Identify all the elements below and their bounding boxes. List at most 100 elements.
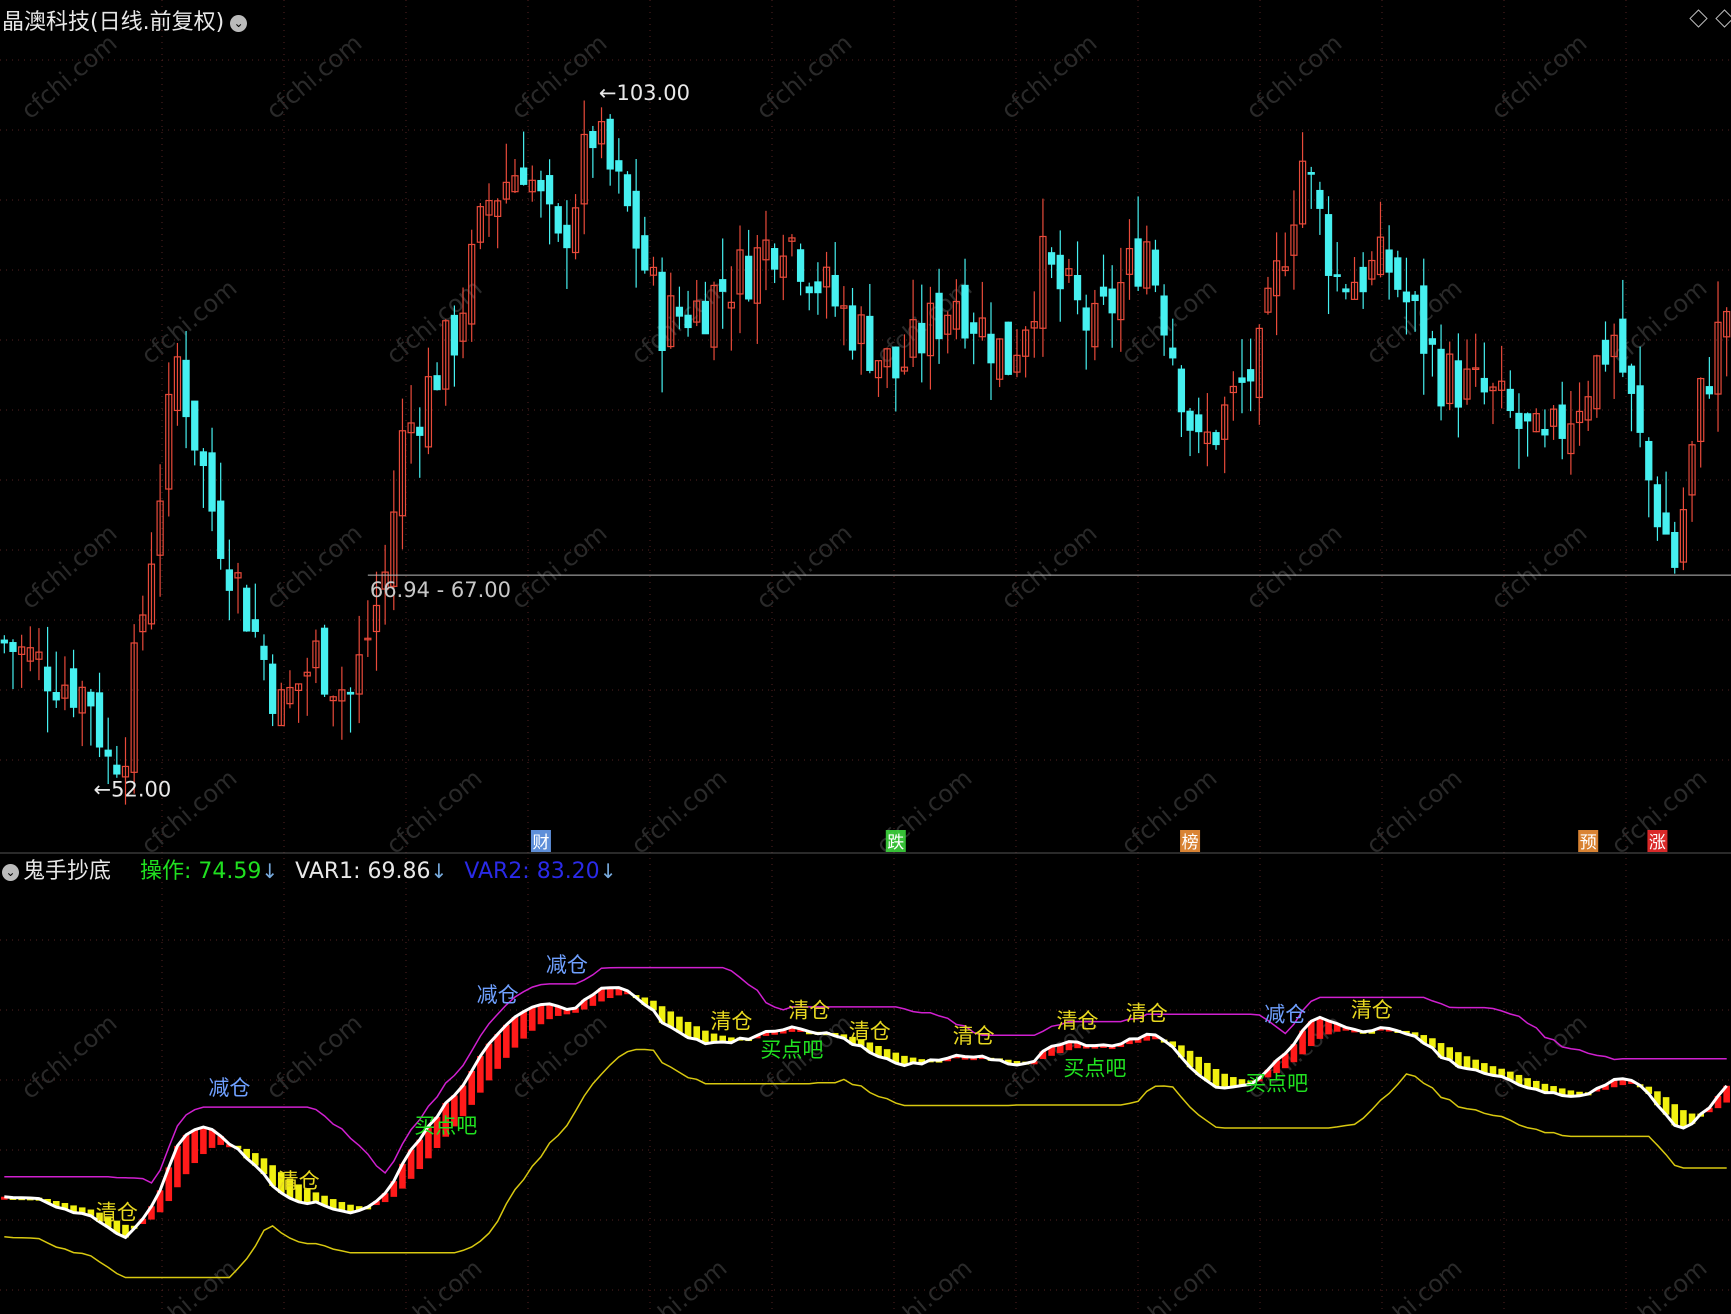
candle[interactable] bbox=[1515, 393, 1523, 469]
candle[interactable] bbox=[623, 171, 632, 212]
candle[interactable] bbox=[225, 539, 233, 621]
candle[interactable] bbox=[961, 258, 969, 349]
candle[interactable] bbox=[1117, 247, 1125, 352]
candle[interactable] bbox=[788, 234, 796, 257]
candle[interactable] bbox=[1359, 252, 1367, 309]
candle[interactable] bbox=[935, 268, 943, 364]
candle[interactable] bbox=[147, 532, 156, 630]
candle[interactable] bbox=[571, 194, 580, 260]
candle[interactable] bbox=[113, 745, 121, 778]
candle[interactable] bbox=[0, 635, 8, 654]
candle[interactable] bbox=[1463, 339, 1471, 405]
candle[interactable] bbox=[1047, 247, 1056, 279]
candle[interactable] bbox=[1082, 294, 1090, 370]
candle[interactable] bbox=[658, 257, 666, 393]
candle[interactable] bbox=[545, 159, 554, 245]
candle[interactable] bbox=[208, 427, 216, 532]
candle[interactable] bbox=[597, 107, 606, 159]
candle[interactable] bbox=[649, 256, 658, 286]
candle[interactable] bbox=[1558, 381, 1566, 460]
candle[interactable] bbox=[632, 159, 640, 288]
candle[interactable] bbox=[1498, 345, 1506, 409]
candle[interactable] bbox=[563, 200, 571, 289]
candle[interactable] bbox=[485, 183, 493, 237]
candle[interactable] bbox=[18, 634, 26, 688]
candle[interactable] bbox=[139, 595, 147, 651]
candle[interactable] bbox=[1065, 258, 1073, 283]
candle[interactable] bbox=[9, 639, 17, 690]
candle[interactable] bbox=[848, 287, 857, 360]
candle[interactable] bbox=[996, 338, 1004, 388]
indicator-bar[interactable] bbox=[200, 1127, 207, 1155]
candle[interactable] bbox=[1506, 370, 1514, 418]
candle[interactable] bbox=[494, 198, 502, 249]
candle[interactable] bbox=[779, 234, 787, 301]
candle[interactable] bbox=[26, 626, 34, 672]
candle[interactable] bbox=[1653, 476, 1662, 541]
candle[interactable] bbox=[1350, 257, 1359, 300]
candle[interactable] bbox=[1723, 307, 1731, 377]
candle[interactable] bbox=[1108, 265, 1116, 348]
candle[interactable] bbox=[1428, 330, 1437, 377]
candle[interactable] bbox=[1272, 232, 1281, 336]
candle[interactable] bbox=[424, 347, 433, 455]
candle[interactable] bbox=[1203, 393, 1212, 467]
candle[interactable] bbox=[762, 210, 770, 291]
candle[interactable] bbox=[753, 234, 761, 344]
candle[interactable] bbox=[1437, 324, 1445, 421]
candle[interactable] bbox=[1688, 440, 1696, 522]
candle[interactable] bbox=[796, 243, 805, 296]
candle[interactable] bbox=[1593, 354, 1601, 418]
candle[interactable] bbox=[286, 670, 294, 709]
candle[interactable] bbox=[537, 170, 545, 218]
candle[interactable] bbox=[1523, 412, 1532, 457]
candle[interactable] bbox=[43, 626, 52, 733]
candle[interactable] bbox=[1073, 241, 1082, 315]
candle[interactable] bbox=[1221, 396, 1229, 474]
candle[interactable] bbox=[641, 216, 649, 274]
candle[interactable] bbox=[191, 400, 199, 466]
indicator-bar[interactable] bbox=[1316, 1017, 1324, 1039]
candle[interactable] bbox=[217, 462, 225, 570]
candle[interactable] bbox=[1567, 391, 1575, 475]
candle[interactable] bbox=[1541, 409, 1549, 448]
chevron-down-icon[interactable]: ⌄ bbox=[230, 14, 248, 32]
candle[interactable] bbox=[1627, 363, 1636, 432]
candle[interactable] bbox=[502, 143, 510, 204]
candle[interactable] bbox=[1307, 166, 1315, 209]
candle[interactable] bbox=[589, 125, 597, 178]
candle[interactable] bbox=[1472, 333, 1480, 387]
candle[interactable] bbox=[1195, 397, 1203, 454]
candle[interactable] bbox=[320, 624, 329, 697]
candle[interactable] bbox=[476, 203, 484, 250]
candle[interactable] bbox=[355, 615, 363, 724]
candle[interactable] bbox=[1714, 281, 1722, 432]
candle[interactable] bbox=[580, 100, 588, 235]
candle[interactable] bbox=[554, 203, 562, 242]
candle[interactable] bbox=[822, 251, 831, 319]
candle[interactable] bbox=[1679, 487, 1688, 571]
indicator-bar[interactable] bbox=[191, 1129, 199, 1164]
candle[interactable] bbox=[805, 282, 813, 311]
candle[interactable] bbox=[165, 362, 173, 517]
candle[interactable] bbox=[1281, 232, 1289, 277]
candle[interactable] bbox=[615, 138, 623, 194]
candle[interactable] bbox=[407, 385, 415, 464]
candle[interactable] bbox=[87, 688, 95, 746]
candle[interactable] bbox=[338, 666, 346, 740]
candle[interactable] bbox=[745, 229, 753, 302]
candle[interactable] bbox=[61, 656, 69, 711]
candle[interactable] bbox=[1671, 521, 1679, 574]
indicator-bar[interactable] bbox=[546, 1003, 553, 1020]
candle[interactable] bbox=[857, 306, 865, 375]
candle[interactable] bbox=[433, 362, 441, 391]
indicator-bar[interactable] bbox=[503, 1024, 510, 1058]
candle[interactable] bbox=[1333, 242, 1341, 292]
candle[interactable] bbox=[1645, 437, 1653, 518]
candle[interactable] bbox=[1264, 276, 1272, 315]
candle[interactable] bbox=[1013, 329, 1021, 378]
candle[interactable] bbox=[1480, 342, 1488, 405]
candle[interactable] bbox=[251, 583, 259, 638]
candle[interactable] bbox=[1247, 338, 1255, 412]
candle[interactable] bbox=[719, 238, 727, 329]
